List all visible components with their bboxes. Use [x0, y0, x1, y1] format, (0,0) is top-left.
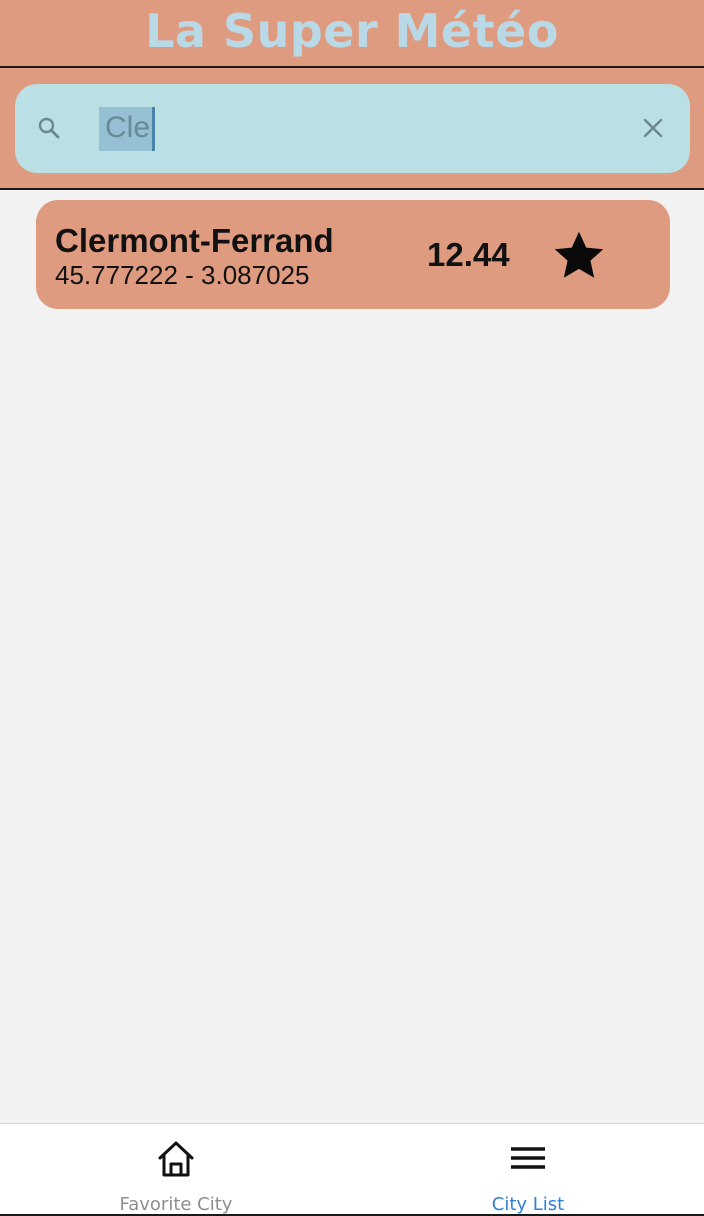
- city-coordinates: 45.777222 - 3.087025: [55, 260, 310, 290]
- search-icon: [38, 117, 60, 139]
- star-icon[interactable]: [550, 228, 608, 284]
- tab-bar: Favorite City City List: [0, 1123, 704, 1216]
- tab-city-list-label: City List: [491, 1194, 565, 1215]
- tab-favorite-city[interactable]: Favorite City: [0, 1124, 352, 1216]
- tab-city-list[interactable]: City List: [352, 1124, 704, 1216]
- search-input-value: Cle: [99, 107, 156, 151]
- tab-favorite-city-label: Favorite City: [119, 1194, 233, 1215]
- search-input[interactable]: Cle: [99, 104, 619, 154]
- close-icon[interactable]: [642, 117, 664, 139]
- header: La Super Météo: [0, 0, 704, 68]
- city-name: Clermont-Ferrand: [55, 222, 334, 259]
- home-icon: [158, 1141, 194, 1177]
- app-title: La Super Météo: [145, 4, 559, 58]
- search-box[interactable]: Cle: [15, 84, 690, 173]
- menu-icon: [511, 1147, 545, 1169]
- app-root: La Super Météo Cle Clermont-Ferrand 45.7…: [0, 0, 704, 1216]
- search-bar-container: Cle: [0, 68, 704, 190]
- city-temperature: 12.44: [427, 236, 510, 273]
- city-card[interactable]: Clermont-Ferrand 45.777222 - 3.087025 12…: [36, 200, 670, 309]
